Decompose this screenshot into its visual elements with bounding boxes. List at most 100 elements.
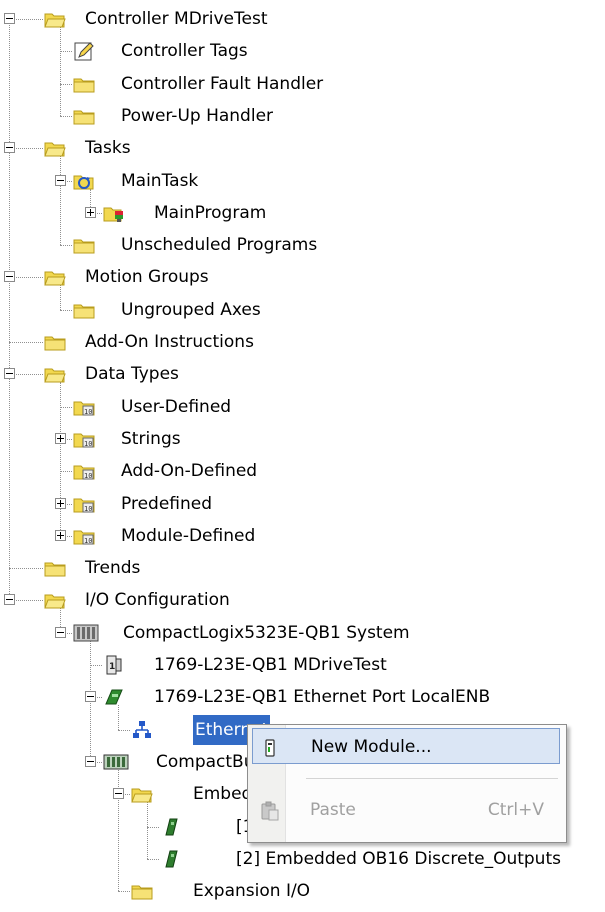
menu-item-paste[interactable]: Paste Ctrl+V <box>252 792 560 828</box>
tree-node[interactable]: CompactLogix5323E-QB1 System <box>0 618 605 648</box>
tree-node-label: Predefined <box>121 493 213 514</box>
menu-item-label: Paste <box>310 800 356 820</box>
tree-node[interactable]: Data Types <box>0 359 605 389</box>
tree-node[interactable]: 1 1769-L23E-QB1 MDriveTest <box>0 650 605 680</box>
tree-node[interactable]: Motion Groups <box>0 262 605 292</box>
datatype-folder-icon: 10 <box>73 396 95 418</box>
datatype-folder-icon: 10 <box>73 493 95 515</box>
tree-node-label: User-Defined <box>121 396 232 417</box>
folder-icon <box>131 880 153 902</box>
tree-node-label: I/O Configuration <box>85 590 230 611</box>
menu-item-label: New Module... <box>311 737 432 757</box>
folder-open-icon <box>44 266 66 288</box>
collapse-icon[interactable] <box>4 594 15 606</box>
io-module-icon <box>160 816 182 838</box>
tree-node[interactable]: Controller MDriveTest <box>0 4 605 34</box>
collapse-icon[interactable] <box>4 142 15 154</box>
menu-separator <box>306 778 558 779</box>
folder-icon <box>73 234 95 256</box>
tree-node-label: Add-On-Defined <box>121 461 258 482</box>
tree-node[interactable]: I/O Configuration <box>0 585 605 615</box>
collapse-icon[interactable] <box>85 691 96 703</box>
tree-node-label: Controller MDriveTest <box>85 9 268 29</box>
svg-text:10: 10 <box>84 505 92 513</box>
folder-icon <box>73 73 95 95</box>
menu-item-new-module[interactable]: New Module... <box>252 728 560 764</box>
collapse-icon[interactable] <box>4 13 15 24</box>
tree-node[interactable]: Unscheduled Programs <box>0 230 605 260</box>
compactbus-icon <box>103 751 129 773</box>
collapse-icon[interactable] <box>55 626 66 638</box>
tree-node[interactable]: 10 Predefined <box>0 489 605 519</box>
tree-node-label: Unscheduled Programs <box>121 235 318 256</box>
datatype-folder-icon: 10 <box>73 460 95 482</box>
tree-node[interactable]: Power-Up Handler <box>0 101 605 131</box>
expand-icon[interactable] <box>85 206 96 218</box>
folder-icon <box>44 331 66 353</box>
tree-node-label: Trends <box>85 558 141 579</box>
svg-text:10: 10 <box>84 537 92 545</box>
folder-open-icon <box>44 8 66 30</box>
collapse-icon[interactable] <box>85 755 96 767</box>
tree-node[interactable]: Expansion I/O <box>0 876 605 906</box>
tree-node-label: Controller Fault Handler <box>121 73 324 94</box>
new-module-icon <box>260 736 282 758</box>
tree-node-label: Module-Defined <box>121 525 256 546</box>
tree-node-label: Add-On Instructions <box>85 332 254 352</box>
tree-node[interactable]: 10 Strings <box>0 424 605 454</box>
controller-icon: 1 <box>103 654 125 676</box>
collapse-icon[interactable] <box>4 271 15 283</box>
tree-node-label: 1769-L23E-QB1 Ethernet Port LocalENB <box>154 687 491 708</box>
collapse-icon[interactable] <box>4 368 15 380</box>
tree-node-label: Strings <box>121 428 181 449</box>
folder-icon <box>44 557 66 579</box>
expand-icon[interactable] <box>55 529 66 541</box>
tree-node-label: [2] Embedded OB16 Discrete_Outputs <box>236 848 561 869</box>
svg-text:10: 10 <box>84 440 92 448</box>
svg-text:10: 10 <box>84 472 92 480</box>
tree-node[interactable]: MainTask <box>0 166 605 196</box>
tags-icon <box>73 40 95 62</box>
collapse-icon[interactable] <box>55 174 66 186</box>
tree-node[interactable]: 10 User-Defined <box>0 392 605 422</box>
chassis-icon <box>73 622 99 644</box>
tree-node-label: CompactLogix5323E-QB1 System <box>123 622 410 643</box>
folder-open-icon <box>131 783 153 805</box>
tree-node-label: Data Types <box>85 364 179 385</box>
tree-node[interactable]: Controller Tags <box>0 36 605 66</box>
tree-node[interactable]: Tasks <box>0 133 605 163</box>
tree-node-label: MainProgram <box>154 202 267 223</box>
expand-icon[interactable] <box>55 497 66 509</box>
folder-open-icon <box>44 363 66 385</box>
folder-icon <box>73 299 95 321</box>
menu-item-shortcut: Ctrl+V <box>487 800 544 820</box>
task-icon <box>73 170 95 192</box>
tree-node[interactable]: Add-On Instructions <box>0 327 605 357</box>
tree-node-label: 1769-L23E-QB1 MDriveTest <box>154 655 387 675</box>
datatype-folder-icon: 10 <box>73 428 95 450</box>
tree-node[interactable]: [2] Embedded OB16 Discrete_Outputs <box>0 844 605 874</box>
folder-open-icon <box>44 137 66 159</box>
tree-node[interactable]: 10 Add-On-Defined <box>0 456 605 486</box>
ethernet-module-icon <box>103 686 125 708</box>
tree-node-label: MainTask <box>121 170 199 191</box>
expand-icon[interactable] <box>55 432 66 444</box>
tree-node-label: Motion Groups <box>85 267 209 288</box>
svg-text:1: 1 <box>109 662 115 672</box>
io-module-icon <box>160 848 182 870</box>
paste-icon <box>259 799 281 821</box>
tree-node[interactable]: MainProgram <box>0 198 605 228</box>
network-icon <box>131 719 153 741</box>
tree-node[interactable]: Trends <box>0 553 605 583</box>
program-icon <box>103 202 125 224</box>
tree-node[interactable]: 10 Module-Defined <box>0 521 605 551</box>
tree-node-label: Tasks <box>85 138 131 159</box>
context-menu: New Module... Paste Ctrl+V <box>247 724 567 843</box>
tree-node-label: Ungrouped Axes <box>121 299 261 320</box>
tree-node[interactable]: Controller Fault Handler <box>0 69 605 99</box>
datatype-folder-icon: 10 <box>73 525 95 547</box>
tree-node[interactable]: 1769-L23E-QB1 Ethernet Port LocalENB <box>0 682 605 712</box>
tree-node[interactable]: Ungrouped Axes <box>0 295 605 325</box>
tree-node-label: Expansion I/O <box>193 881 311 902</box>
collapse-icon[interactable] <box>113 788 124 800</box>
